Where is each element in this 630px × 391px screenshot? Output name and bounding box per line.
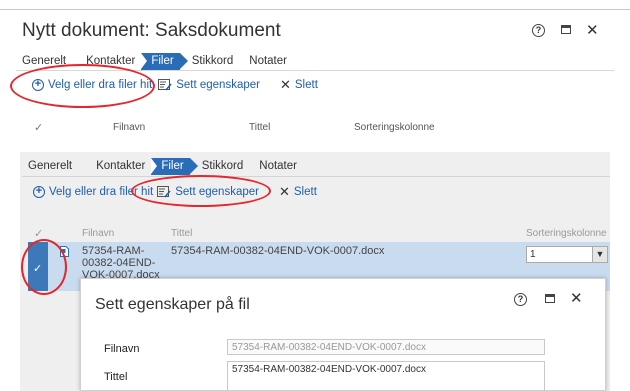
column-filnavn-2[interactable]: Filnavn [82, 228, 114, 239]
page-title: Nytt dokument: Saksdokument [22, 20, 281, 41]
chevron-down-icon[interactable]: ▼ [592, 247, 607, 262]
dialog-close-icon[interactable]: ✕ [570, 291, 583, 306]
tab-stikkord-2[interactable]: Stikkord [190, 158, 250, 175]
add-circle-icon-2: + [33, 186, 45, 198]
help-icon[interactable]: ? [532, 24, 545, 37]
dialog-help-icon[interactable]: ? [514, 293, 527, 306]
delete-label-2: Slett [293, 186, 317, 198]
tab-bar-2: Generelt Kontakter Filer Stikkord Notate… [22, 158, 303, 175]
title-field[interactable]: 57354-RAM-00382-04END-VOK-0007.docx [227, 361, 545, 391]
annotation-circle-properties [131, 175, 271, 207]
row-title: 57354-RAM-00382-04END-VOK-0007.docx [171, 245, 385, 257]
maximize-icon[interactable] [561, 25, 571, 34]
tab-stikkord[interactable]: Stikkord [180, 53, 240, 70]
set-properties-label: Sett egenskaper [176, 79, 260, 91]
set-properties-button[interactable]: Sett egenskaper [158, 79, 260, 91]
column-tittel-2[interactable]: Tittel [171, 228, 192, 239]
annotation-circle-add [10, 64, 155, 108]
dialog-title: Sett egenskaper på fil [95, 296, 250, 313]
annotation-circle-check [21, 239, 67, 295]
dialog-maximize-icon[interactable] [545, 294, 555, 303]
filename-field: 57354-RAM-00382-04END-VOK-0007.docx [227, 339, 545, 355]
sort-select-value: 1 [530, 249, 536, 260]
tab-filer[interactable]: Filer [141, 53, 189, 70]
delete-button[interactable]: ✕ Slett [280, 77, 318, 93]
delete-label: Slett [294, 79, 318, 91]
tab-generelt-2[interactable]: Generelt [22, 158, 78, 175]
tab-filer-2[interactable]: Filer [151, 158, 199, 175]
tab-notater-2[interactable]: Notater [253, 158, 303, 175]
column-tittel[interactable]: Tittel [249, 122, 270, 133]
filename-label: Filnavn [104, 343, 140, 355]
row-filename-line-1: 57354-RAM- [82, 245, 145, 257]
top-divider [0, 9, 630, 10]
delete-x-icon-2: ✕ [278, 184, 290, 199]
row-filename-line-2: 00382-04END- [82, 257, 156, 269]
tab-underline-2 [22, 176, 610, 177]
tab-kontakter-2[interactable]: Kontakter [90, 158, 151, 175]
title-label: Tittel [104, 371, 128, 383]
delete-button-2[interactable]: ✕ Slett [279, 184, 317, 200]
close-icon[interactable]: ✕ [586, 23, 599, 38]
sort-select[interactable]: 1 ▼ [526, 246, 608, 263]
column-sorteringskolonne-2[interactable]: Sorteringskolonne [526, 228, 607, 239]
properties-icon [158, 79, 172, 91]
column-filnavn[interactable]: Filnavn [113, 122, 145, 133]
tab-notater[interactable]: Notater [243, 53, 293, 70]
select-all-check[interactable]: ✓ [34, 121, 43, 134]
delete-x-icon: ✕ [279, 77, 291, 92]
column-sorteringskolonne[interactable]: Sorteringskolonne [354, 122, 435, 133]
